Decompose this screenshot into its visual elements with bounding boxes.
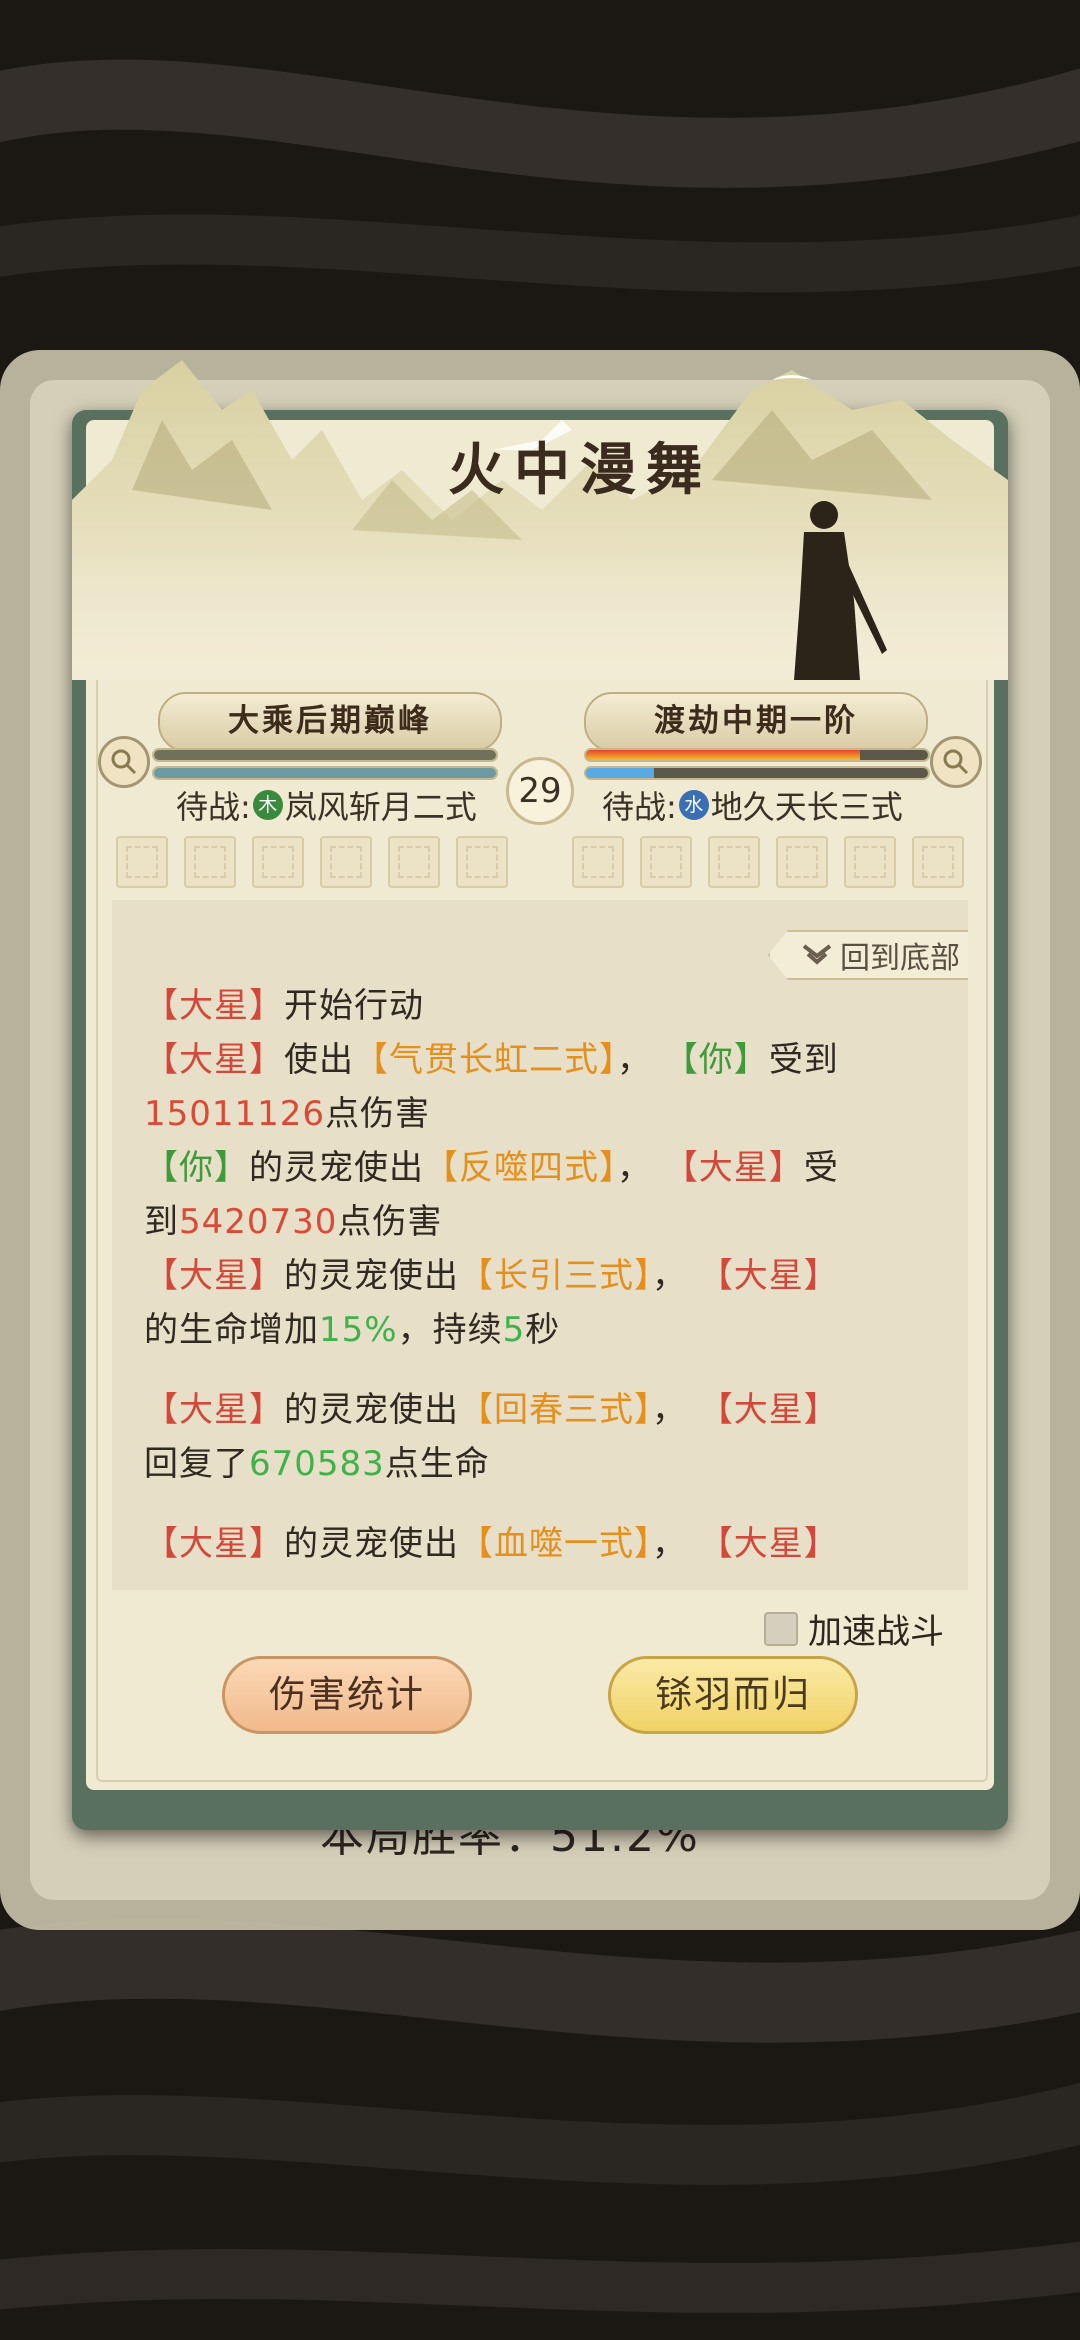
damage-stats-button[interactable]: 伤害统计: [222, 1656, 472, 1734]
log-text: 到: [144, 1202, 179, 1242]
enemy-realm: 渡劫中期一阶: [584, 692, 928, 752]
log-line: 【大星】的灵宠使出【回春三式】， 【大星】: [144, 1382, 839, 1431]
log-text: 点伤害: [337, 1202, 443, 1242]
speed-label: 加速战斗: [808, 1612, 944, 1652]
player-slot: [116, 836, 168, 888]
enemy-slot: [912, 836, 964, 888]
player-info-button[interactable]: [98, 736, 150, 788]
log-text: 的灵宠使出: [249, 1148, 424, 1188]
log-name: 【大星】: [663, 1148, 804, 1188]
log-name: 【大星】: [144, 1524, 284, 1564]
chevron-down-icon: [802, 944, 832, 965]
enemy-slot: [844, 836, 896, 888]
log-line: 【大星】使出【气贯长虹二式】， 【你】受到: [144, 1032, 839, 1081]
enemy-slot: [776, 836, 828, 888]
speed-battle-toggle[interactable]: 加速战斗: [764, 1604, 944, 1653]
search-scroll-icon: [943, 749, 969, 775]
log-name: 【大星】: [144, 986, 284, 1026]
back-to-bottom-button[interactable]: 回到底部: [768, 930, 968, 980]
log-text: ，: [617, 1040, 652, 1080]
log-value: 5: [502, 1310, 526, 1350]
log-line: 【大星】的灵宠使出【长引三式】， 【大星】: [144, 1248, 839, 1297]
battle-title: 火中漫舞: [448, 437, 712, 503]
speed-checkbox[interactable]: [764, 1611, 798, 1646]
wood-element-icon: 木: [252, 790, 283, 820]
player-slot: [320, 836, 372, 888]
log-skill: 【反噬四式】: [424, 1148, 617, 1188]
player-slot: [184, 836, 236, 888]
log-text: 点生命: [384, 1444, 490, 1484]
log-name: 【大星】: [698, 1256, 839, 1296]
player-hp-fill: [154, 750, 496, 760]
player-hp-bar: [152, 748, 498, 762]
log-skill: 【气贯长虹二式】: [354, 1040, 617, 1080]
log-line: 到5420730点伤害: [144, 1194, 442, 1243]
log-text: 点伤害: [325, 1094, 431, 1134]
log-name: 【你】: [663, 1040, 769, 1080]
enemy-mp-bar: [584, 766, 930, 780]
log-text: 的生命增加: [144, 1310, 319, 1350]
log-text: 受到: [768, 1040, 839, 1080]
enemy-skill-name: 地久天长三式: [710, 788, 903, 826]
player-slot: [456, 836, 508, 888]
retreat-button[interactable]: 铩羽而归: [608, 1656, 858, 1734]
player-waiting-skill: 待战: 木 岚风斩月二式: [176, 782, 477, 828]
round-counter: 29: [506, 757, 574, 825]
enemy-hp-bar: [584, 748, 930, 762]
log-text: ，: [617, 1148, 652, 1188]
log-damage: 5420730: [179, 1202, 338, 1242]
player-slot: [388, 836, 440, 888]
log-damage: 15011126: [144, 1094, 326, 1134]
battle-log[interactable]: 回到底部 【大星】开始行动 【大星】使出【气贯长虹二式】， 【你】受到 1501…: [112, 900, 968, 1590]
wait-label: 待战:: [602, 788, 677, 826]
log-text: ，: [652, 1390, 687, 1430]
player-realm: 大乘后期巅峰: [158, 692, 502, 752]
log-line: 【大星】的灵宠使出【血噬一式】， 【大星】: [144, 1516, 839, 1565]
enemy-slot: [640, 836, 692, 888]
water-element-icon: 水: [678, 790, 709, 820]
log-text: ，持续: [397, 1310, 503, 1350]
mountain-landscape-art: [72, 360, 1008, 680]
log-value: 670583: [249, 1444, 385, 1484]
log-value: 15%: [319, 1310, 398, 1350]
log-skill: 【长引三式】: [459, 1256, 652, 1296]
log-name: 【大星】: [144, 1390, 284, 1430]
log-name: 【大星】: [698, 1524, 839, 1564]
log-text: 的灵宠使出: [284, 1524, 459, 1564]
enemy-hp-fill: [586, 750, 860, 760]
log-text: 受: [803, 1148, 839, 1188]
log-line: 【大星】开始行动: [144, 978, 424, 1027]
log-text: 回复了: [144, 1444, 249, 1484]
player-slot: [252, 836, 304, 888]
log-line: 的生命增加15%，持续5秒: [144, 1302, 560, 1351]
log-skill: 【血噬一式】: [459, 1524, 652, 1564]
player-mp-fill: [154, 768, 496, 778]
enemy-slot: [708, 836, 760, 888]
log-text: ，: [652, 1524, 687, 1564]
log-text: ，: [652, 1256, 687, 1296]
enemy-mp-fill: [586, 768, 655, 778]
back-to-bottom-label: 回到底部: [840, 941, 960, 976]
enemy-slot: [572, 836, 624, 888]
log-text: 秒: [525, 1310, 561, 1350]
log-text: 开始行动: [284, 986, 424, 1026]
wait-label: 待战:: [176, 788, 251, 826]
log-name: 【大星】: [144, 1040, 284, 1080]
log-name: 【大星】: [144, 1256, 284, 1296]
log-name: 【大星】: [698, 1390, 839, 1430]
enemy-waiting-skill: 待战: 水 地久天长三式: [602, 782, 903, 828]
log-text: 的灵宠使出: [284, 1256, 459, 1296]
search-scroll-icon: [111, 749, 137, 775]
player-skill-name: 岚风斩月二式: [284, 788, 477, 826]
log-line: 回复了670583点生命: [144, 1436, 490, 1485]
log-skill: 【回春三式】: [459, 1390, 652, 1430]
log-line: 15011126点伤害: [144, 1086, 430, 1135]
log-text: 的灵宠使出: [284, 1390, 459, 1430]
player-mp-bar: [152, 766, 498, 780]
log-line: 【你】的灵宠使出【反噬四式】， 【大星】受: [144, 1140, 839, 1189]
log-name: 【你】: [144, 1148, 249, 1188]
enemy-info-button[interactable]: [930, 736, 982, 788]
log-text: 使出: [284, 1040, 354, 1080]
